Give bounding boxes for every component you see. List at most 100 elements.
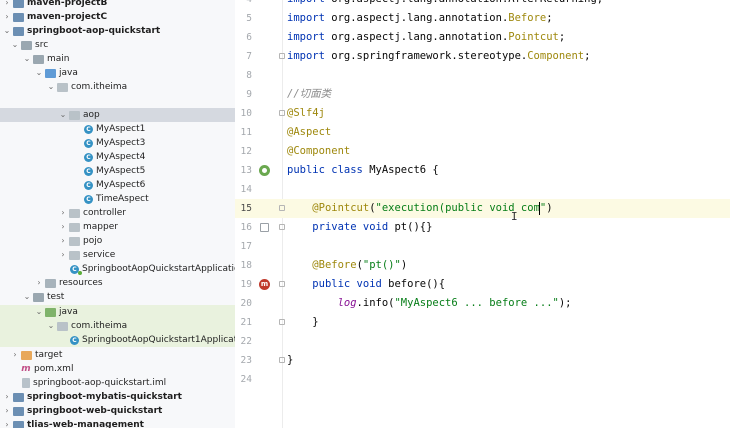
code-line[interactable]: 21 } <box>235 313 730 332</box>
tree-item-test-class[interactable]: SpringbootAopQuickstart1Applicati <box>0 333 235 347</box>
chevron-right-icon[interactable]: › <box>2 0 12 10</box>
chevron-right-icon[interactable]: › <box>10 348 20 362</box>
code-token: private void <box>312 221 395 233</box>
tree-item-java[interactable]: ⌄ java <box>0 66 235 80</box>
code-line[interactable]: 24 <box>235 370 730 389</box>
package-icon <box>69 110 80 120</box>
tree-item-myaspect4[interactable]: MyAspect4 <box>0 150 235 164</box>
tree-item-label: java <box>59 68 78 78</box>
tree-item-mapper[interactable]: › mapper <box>0 220 235 234</box>
tree-item-maven-projectb[interactable]: › maven-projectB <box>0 0 235 10</box>
package-icon <box>69 208 80 218</box>
tree-item-label: MyAspect4 <box>96 152 146 162</box>
chevron-right-icon[interactable]: › <box>58 248 68 262</box>
chevron-down-icon[interactable]: ⌄ <box>10 38 20 52</box>
tree-item-application-class[interactable]: SpringbootAopQuickstartApplicatio <box>0 262 235 276</box>
tree-item-service[interactable]: › service <box>0 248 235 262</box>
chevron-down-icon[interactable]: ⌄ <box>2 24 12 38</box>
fold-marker-icon[interactable] <box>279 319 285 325</box>
code-line[interactable]: 19 public void before(){ <box>235 275 730 294</box>
tree-item-iml[interactable]: springboot-aop-quickstart.iml <box>0 376 235 390</box>
chevron-right-icon[interactable]: › <box>58 206 68 220</box>
tree-item-test[interactable]: ⌄ test <box>0 290 235 304</box>
tree-item-target[interactable]: › target <box>0 348 235 362</box>
code-line[interactable]: 22 <box>235 332 730 351</box>
pointcut-icon[interactable] <box>260 223 269 232</box>
chevron-down-icon[interactable]: ⌄ <box>58 108 68 122</box>
tree-item-myaspect1[interactable]: MyAspect1 <box>0 122 235 136</box>
chevron-down-icon[interactable]: ⌄ <box>34 305 44 319</box>
spring-bean-icon[interactable] <box>259 165 270 176</box>
tree-item-label: MyAspect1 <box>96 124 146 134</box>
code-token: Pointcut <box>508 31 559 43</box>
tree-item-aop[interactable]: ⌄ aop <box>0 108 235 122</box>
tree-item-myaspect5[interactable]: MyAspect5 <box>0 164 235 178</box>
line-number: 9 <box>246 89 252 100</box>
advice-icon[interactable] <box>259 279 270 290</box>
tree-item-springboot-aop-quickstart[interactable]: ⌄ springboot-aop-quickstart <box>0 24 235 38</box>
code-token: Component <box>527 50 585 62</box>
code-line[interactable]: 7 import org.springframework.stereotype.C… <box>235 47 730 66</box>
line-number: 5 <box>246 13 252 24</box>
tree-item-test-com-itheima[interactable]: ⌄ com.itheima <box>0 319 235 333</box>
fold-marker-icon[interactable] <box>279 281 285 287</box>
code-line[interactable]: 6 import org.aspectj.lang.annotation.Poin… <box>235 28 730 47</box>
code-line[interactable]: 4 import org.aspectj.lang.annotation.Afte… <box>235 0 730 9</box>
code-line[interactable]: 9 //切面类 <box>235 85 730 104</box>
chevron-right-icon[interactable]: › <box>58 220 68 234</box>
line-number: 19 <box>240 279 252 290</box>
text-cursor-icon: I <box>511 210 518 223</box>
fold-marker-icon[interactable] <box>279 357 285 363</box>
code-line[interactable]: 14 <box>235 180 730 199</box>
code-line[interactable]: 15 @Pointcut("execution(public void com"… <box>235 199 730 218</box>
chevron-down-icon[interactable]: ⌄ <box>34 66 44 80</box>
code-line[interactable]: 5 import org.aspectj.lang.annotation.Befo… <box>235 9 730 28</box>
code-token: import <box>287 12 332 24</box>
chevron-down-icon[interactable]: ⌄ <box>22 290 32 304</box>
code-line[interactable]: 20 log.info("MyAspect6 ... before ..."); <box>235 294 730 313</box>
chevron-down-icon[interactable]: ⌄ <box>46 319 56 333</box>
code-line[interactable]: 17 <box>235 237 730 256</box>
tree-item-springboot-web-quickstart[interactable]: › springboot-web-quickstart <box>0 404 235 418</box>
tree-item-timeaspect[interactable]: TimeAspect <box>0 192 235 206</box>
chevron-right-icon[interactable]: › <box>2 404 12 418</box>
fold-marker-icon[interactable] <box>279 53 285 59</box>
tree-item-myaspect3[interactable]: MyAspect3 <box>0 136 235 150</box>
chevron-right-icon[interactable]: › <box>2 390 12 404</box>
chevron-right-icon[interactable]: › <box>58 234 68 248</box>
class-icon <box>84 194 93 204</box>
tree-item-pojo[interactable]: › pojo <box>0 234 235 248</box>
chevron-right-icon[interactable]: › <box>2 418 12 428</box>
code-line[interactable]: 10 @Slf4j <box>235 104 730 123</box>
chevron-down-icon[interactable]: ⌄ <box>46 80 56 94</box>
package-icon <box>69 250 80 260</box>
chevron-down-icon[interactable]: ⌄ <box>22 52 32 66</box>
code-line[interactable]: 11 @Aspect <box>235 123 730 142</box>
code-line[interactable]: 16 private void pt(){} <box>235 218 730 237</box>
code-line[interactable]: 8 <box>235 66 730 85</box>
tree-item-com-itheima[interactable]: ⌄ com.itheima <box>0 80 235 94</box>
tree-item-resources[interactable]: › resources <box>0 276 235 290</box>
tree-item-main[interactable]: ⌄ main <box>0 52 235 66</box>
code-line[interactable]: 12 @Component <box>235 142 730 161</box>
tree-item-maven-projectc[interactable]: › maven-projectC <box>0 10 235 24</box>
tree-item-controller[interactable]: › controller <box>0 206 235 220</box>
tree-item-pom-xml[interactable]: m pom.xml <box>0 362 235 376</box>
chevron-right-icon[interactable]: › <box>34 276 44 290</box>
code-line[interactable]: 18 @Before("pt()") <box>235 256 730 275</box>
fold-marker-icon[interactable] <box>279 224 285 230</box>
tree-item-myaspect6[interactable]: MyAspect6 <box>0 178 235 192</box>
code-line[interactable]: 23} <box>235 351 730 370</box>
tree-item-test-java[interactable]: ⌄ java <box>0 305 235 319</box>
chevron-right-icon[interactable]: › <box>2 10 12 24</box>
fold-marker-icon[interactable] <box>279 110 285 116</box>
project-tree[interactable]: › maven-projectB › maven-projectC ⌄ springb… <box>0 0 235 428</box>
code-line[interactable]: 13 public class MyAspect6 { <box>235 161 730 180</box>
tree-item-springboot-mybatis-quickstart[interactable]: › springboot-mybatis-quickstart <box>0 390 235 404</box>
tree-item-tlias-web-management[interactable]: › tlias-web-management <box>0 418 235 428</box>
code-token: org.springframework.stereotype. <box>331 50 528 62</box>
tree-item-src[interactable]: ⌄ src <box>0 38 235 52</box>
fold-marker-icon[interactable] <box>279 205 285 211</box>
